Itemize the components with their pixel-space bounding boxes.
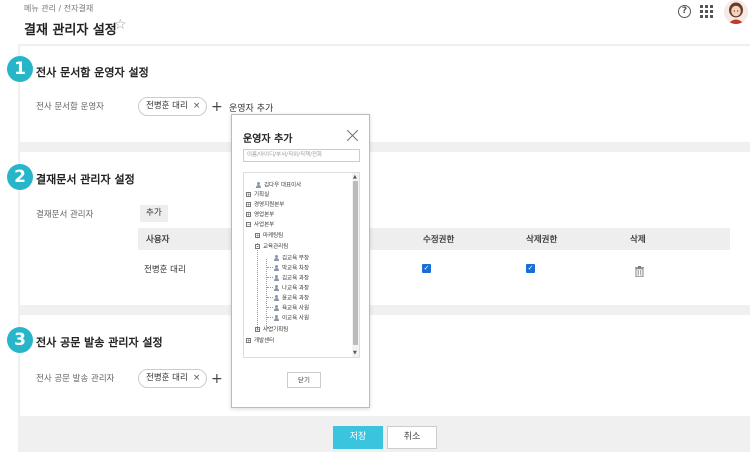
plus-icon[interactable]: + — [211, 100, 223, 114]
modal-close-button[interactable]: 닫기 — [287, 372, 321, 388]
section-title: 전사 문서함 운영자 설정 — [36, 66, 149, 79]
chip-label: 전병훈 대리 — [146, 373, 188, 383]
add-admin-button[interactable]: 추가 — [140, 205, 168, 222]
tree-item[interactable]: + 기획실 — [246, 192, 269, 199]
tree-item[interactable]: 김교육 부장 — [273, 255, 309, 263]
section-number-badge: 3 — [7, 327, 33, 353]
person-icon — [273, 315, 279, 321]
chip-remove-icon[interactable]: × — [193, 373, 201, 383]
section-title: 전사 공문 발송 관리자 설정 — [36, 336, 163, 349]
section-number-badge: 1 — [7, 56, 33, 82]
section-doc-admin: 2 결재문서 관리자 설정 결재문서 관리자 추가 사용자 수정권한 삭제권한 … — [7, 152, 750, 305]
tree-item[interactable]: + 경영지원본부 — [246, 202, 284, 209]
tree-item[interactable]: 이교육 사원 — [273, 315, 309, 323]
section-number-badge: 2 — [7, 164, 33, 190]
sender-admin-chip: 전병훈 대리 × — [138, 369, 208, 388]
tree-item[interactable]: 나교육 과장 — [273, 285, 309, 293]
edit-permission-checkbox[interactable]: ✓ — [422, 264, 431, 273]
row-user: 전병훈 대리 — [144, 265, 186, 275]
column-header-user: 사용자 — [146, 235, 170, 245]
expand-icon[interactable]: + — [255, 233, 260, 238]
collapse-icon[interactable]: − — [246, 222, 251, 227]
expand-icon[interactable]: + — [246, 192, 251, 197]
delete-permission-checkbox[interactable]: ✓ — [526, 264, 535, 273]
expand-icon[interactable]: + — [246, 338, 251, 343]
content-area: 1 전사 문서함 운영자 설정 전사 문서함 운영자 전병훈 대리 × + 운영자… — [7, 44, 750, 452]
column-header-delete: 삭제 — [630, 235, 646, 245]
person-icon — [273, 255, 279, 261]
field-label: 전사 문서함 운영자 — [36, 102, 104, 112]
search-input[interactable]: 이름/아이디/부서/직위/직책/전화 — [243, 149, 360, 162]
operator-chip: 전병훈 대리 × — [138, 97, 208, 116]
person-icon — [273, 295, 279, 301]
scroll-up-icon[interactable]: ▲ — [353, 174, 357, 180]
tree-item[interactable]: − 교육관리팀 — [255, 244, 288, 251]
help-icon[interactable]: ? — [678, 5, 691, 18]
trash-icon[interactable] — [635, 262, 644, 278]
person-icon — [273, 275, 279, 281]
tree-item[interactable]: + 영업본부 — [246, 212, 274, 219]
field-label: 결재문서 관리자 — [36, 210, 94, 220]
tree-item[interactable]: 윤교육 과장 — [273, 295, 309, 303]
scrollbar-thumb[interactable] — [353, 181, 358, 345]
section-official-doc-admin: 3 전사 공문 발송 관리자 설정 전사 공문 발송 관리자 전병훈 대리 × + — [7, 315, 750, 416]
tree-item[interactable]: + 개발센터 — [246, 338, 274, 345]
tree-item[interactable]: + 마케팅팀 — [255, 233, 283, 240]
column-header-delete-perm: 삭제권한 — [526, 235, 558, 245]
tree-item[interactable]: + 사업기획팀 — [255, 327, 288, 334]
collapse-icon[interactable]: − — [255, 244, 260, 249]
tree-scrollbar[interactable]: ▲ ▼ — [352, 173, 359, 357]
tree-item[interactable]: 육교육 사원 — [273, 305, 309, 313]
cancel-button[interactable]: 취소 — [387, 426, 437, 449]
section-operator: 1 전사 문서함 운영자 설정 전사 문서함 운영자 전병훈 대리 × + 운영자… — [7, 46, 750, 142]
page-title: 결재 관리자 설정 — [24, 23, 117, 38]
person-icon — [273, 265, 279, 271]
expand-icon[interactable]: + — [246, 202, 251, 207]
breadcrumb[interactable]: 메뉴 관리 / 전자결재 — [24, 3, 93, 14]
save-button[interactable]: 저장 — [333, 426, 383, 449]
modal-title: 운영자 추가 — [243, 134, 293, 145]
person-icon — [273, 285, 279, 291]
star-icon[interactable]: ☆ — [114, 17, 127, 33]
tree-item[interactable]: 김교육 과장 — [273, 275, 309, 283]
scroll-down-icon[interactable]: ▼ — [353, 350, 357, 356]
column-header-edit: 수정권한 — [423, 235, 455, 245]
chip-label: 전병훈 대리 — [146, 101, 188, 111]
org-tree[interactable]: 김다우 대표이사 + 기획실 + 경영지원본부 + 영업본부 − 사업본부 + 마케팅팀 … — [243, 172, 360, 358]
apps-grid-icon[interactable] — [700, 5, 713, 18]
chip-remove-icon[interactable]: × — [193, 101, 201, 111]
tree-item[interactable]: 박교육 차장 — [273, 265, 309, 273]
field-label: 전사 공문 발송 관리자 — [36, 374, 115, 384]
add-operator-modal: 운영자 추가 이름/아이디/부서/직위/직책/전화 김다우 대표이사 + 기획실 … — [231, 114, 370, 408]
close-icon[interactable] — [347, 129, 359, 141]
person-icon — [255, 182, 261, 188]
section-title: 결재문서 관리자 설정 — [36, 173, 135, 186]
tree-item[interactable]: − 사업본부 — [246, 222, 274, 229]
expand-icon[interactable]: + — [255, 327, 260, 332]
plus-icon[interactable]: + — [211, 372, 223, 386]
tree-item[interactable]: 김다우 대표이사 — [255, 182, 301, 190]
add-operator-link[interactable]: 운영자 추가 — [229, 101, 273, 114]
person-icon — [273, 305, 279, 311]
table-header: 사용자 수정권한 삭제권한 삭제 — [138, 228, 730, 250]
page-header: 메뉴 관리 / 전자결재 결재 관리자 설정 ☆ ? — [18, 0, 750, 44]
page: 메뉴 관리 / 전자결재 결재 관리자 설정 ☆ ? 1 전사 문서함 운영자 … — [0, 0, 750, 452]
expand-icon[interactable]: + — [246, 212, 251, 217]
user-avatar[interactable] — [724, 0, 748, 24]
